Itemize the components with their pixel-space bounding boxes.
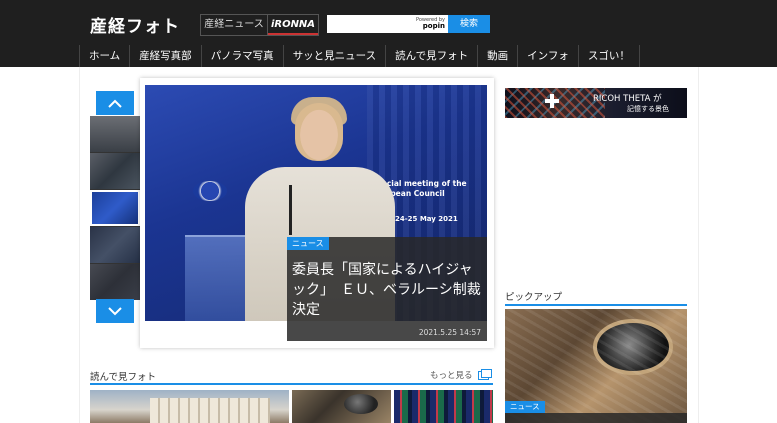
pickup-card[interactable]: ニュース — [505, 309, 687, 423]
nav-item-home[interactable]: ホーム — [79, 45, 129, 67]
ad-line1: RICOH THETA が — [593, 94, 662, 104]
chevron-up-icon — [108, 99, 122, 108]
content-border-right — [698, 67, 699, 423]
photo-card[interactable] — [292, 390, 391, 423]
theta-icon — [545, 94, 559, 108]
microphone — [289, 185, 292, 235]
sankei-news-link[interactable]: 産経ニュース — [201, 15, 268, 35]
slider-down-button[interactable] — [96, 299, 134, 323]
slider-thumbnail-active[interactable] — [90, 190, 140, 226]
nav-item-yonde-photo[interactable]: 読んで見フォト — [385, 45, 477, 67]
photo-card[interactable] — [394, 390, 493, 423]
nav-item-sugoi[interactable]: スゴい！ — [577, 45, 640, 67]
main-slide-date: 2021.5.25 14:57 — [418, 328, 481, 337]
building-photo — [150, 398, 270, 423]
pickup-caption — [505, 413, 687, 423]
artifact-photo — [344, 394, 378, 414]
chevron-down-icon — [108, 306, 122, 315]
site-logo[interactable]: 産経フォト — [90, 12, 180, 37]
global-nav: ホーム 産経写真部 パノラマ写真 サッと見ニュース 読んで見フォト 動画 インフ… — [79, 45, 640, 67]
slider-up-button[interactable] — [96, 91, 134, 115]
content-border-left — [79, 67, 80, 423]
ironna-link[interactable]: iRONNA — [268, 15, 318, 35]
slider-thumbnails — [90, 116, 140, 300]
nav-item-panorama[interactable]: パノラマ写真 — [200, 45, 283, 67]
search-button[interactable]: 検索 — [448, 15, 490, 33]
nav-item-quick-news[interactable]: サッと見ニュース — [282, 45, 385, 67]
pickup-category-badge: ニュース — [505, 401, 545, 413]
logo-text: 産経フォト — [90, 16, 180, 37]
nav-item-video[interactable]: 動画 — [477, 45, 517, 67]
ad-line2: 記憶する景色 — [627, 105, 669, 113]
main-slide-title[interactable]: 委員長「国家によるハイジャック」 ＥＵ、ベラルーシ制裁決定 — [292, 260, 482, 320]
eu-emblem — [193, 181, 227, 201]
slider-thumbnail[interactable] — [90, 153, 140, 189]
photo-card[interactable] — [90, 390, 289, 423]
backdrop-date: 24-25 May 2021 — [395, 215, 458, 223]
site-header: 産経フォト 産経ニュース iRONNA Powered by popin 検索 … — [0, 0, 777, 67]
nav-item-photo-dept[interactable]: 産経写真部 — [129, 45, 201, 67]
speaker-head — [295, 103, 343, 161]
pickup-heading: ピックアップ — [505, 289, 687, 306]
search-input[interactable]: Powered by popin — [327, 15, 448, 33]
category-badge: ニュース — [287, 237, 329, 250]
ricoh-theta-ad[interactable]: RICOH THETA が 記憶する景色 — [505, 88, 687, 118]
slider-thumbnail[interactable] — [90, 227, 140, 263]
popin-logo: Powered by popin — [416, 17, 445, 30]
partner-site-links: 産経ニュース iRONNA — [200, 14, 319, 36]
slider-thumbnail[interactable] — [90, 116, 140, 152]
nav-item-info[interactable]: インフォ — [517, 45, 578, 67]
external-window-icon — [477, 368, 492, 380]
slider-thumbnail[interactable] — [90, 264, 140, 300]
more-link[interactable]: もっと見る — [430, 368, 492, 381]
